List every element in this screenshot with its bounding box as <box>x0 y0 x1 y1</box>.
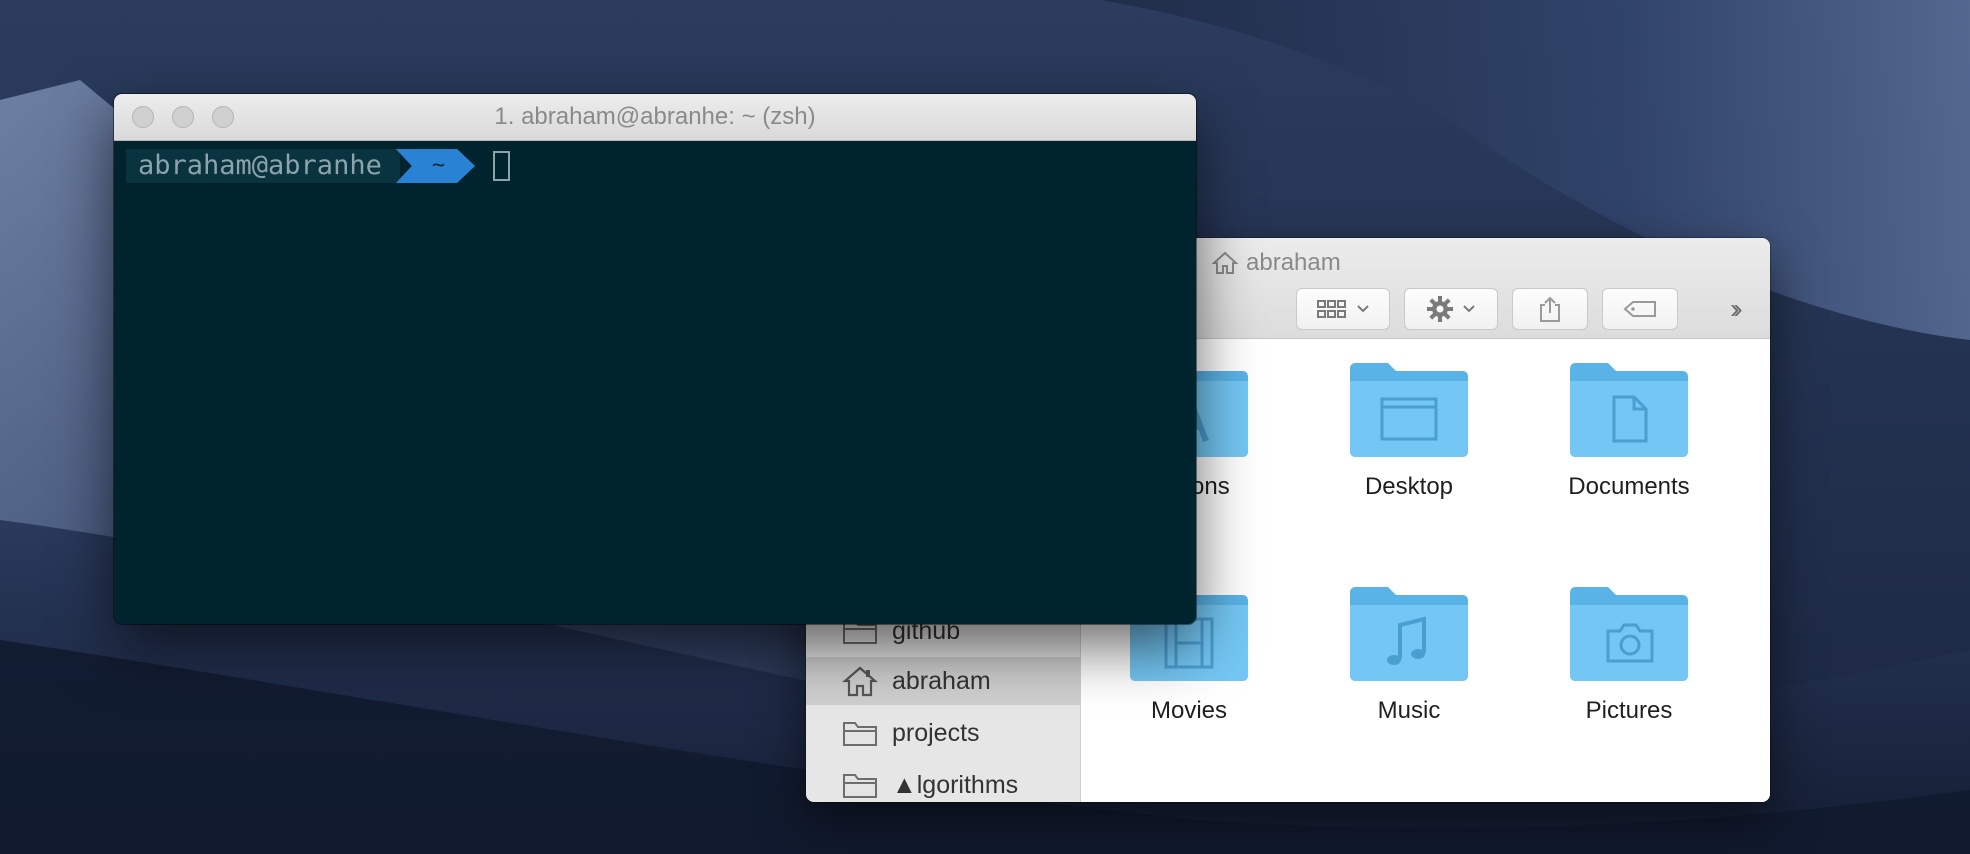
chevron-down-icon <box>1462 304 1476 314</box>
terminal-titlebar[interactable]: 1. abraham@abranhe: ~ (zsh) <box>114 94 1196 141</box>
terminal-body[interactable]: abraham@abranhe ~ <box>114 141 1196 624</box>
folder-icon <box>843 774 877 798</box>
sidebar-item-algorithms[interactable]: ▲lgorithms <box>806 761 1080 802</box>
group-by-icon <box>1316 298 1348 320</box>
home-icon <box>1212 251 1238 275</box>
file-item-pictures[interactable]: Pictures <box>1519 583 1739 725</box>
finder-title: abraham <box>1212 248 1341 278</box>
sidebar-item-label: abraham <box>892 666 991 695</box>
tag-button[interactable] <box>1602 288 1678 330</box>
action-button[interactable] <box>1404 288 1498 330</box>
terminal-window[interactable]: 1. abraham@abranhe: ~ (zsh) abraham@abra… <box>114 94 1196 624</box>
finder-title-text: abraham <box>1246 249 1341 276</box>
music-folder-icon <box>1350 587 1468 681</box>
more-chevrons-icon[interactable]: ›› <box>1730 294 1742 324</box>
share-button[interactable] <box>1512 288 1588 330</box>
file-item-desktop[interactable]: Desktop <box>1299 359 1519 501</box>
sidebar-item-label: ▲lgorithms <box>892 770 1019 799</box>
desktop-folder-icon <box>1350 363 1468 457</box>
prompt-directory-segment: ~ <box>396 149 475 183</box>
terminal-title: 1. abraham@abranhe: ~ (zsh) <box>494 103 816 130</box>
chevron-down-icon <box>1356 304 1370 314</box>
gear-icon <box>1426 295 1454 323</box>
pictures-folder-icon <box>1570 587 1688 681</box>
share-icon <box>1538 295 1562 323</box>
prompt-user-segment: abraham@abranhe <box>126 149 400 183</box>
file-item-documents[interactable]: Documents <box>1519 359 1739 501</box>
folder-icon <box>843 722 877 746</box>
sidebar-item-projects[interactable]: projects <box>806 709 1080 757</box>
file-item-music[interactable]: Music <box>1299 583 1519 725</box>
sidebar-item-abraham[interactable]: abraham <box>806 657 1080 705</box>
sidebar-item-label: projects <box>892 718 980 747</box>
group-by-button[interactable] <box>1296 288 1390 330</box>
tag-icon <box>1623 300 1657 318</box>
text-cursor <box>493 151 511 181</box>
home-icon <box>842 666 878 697</box>
shell-prompt: abraham@abranhe ~ <box>126 149 511 183</box>
documents-folder-icon <box>1570 363 1688 457</box>
